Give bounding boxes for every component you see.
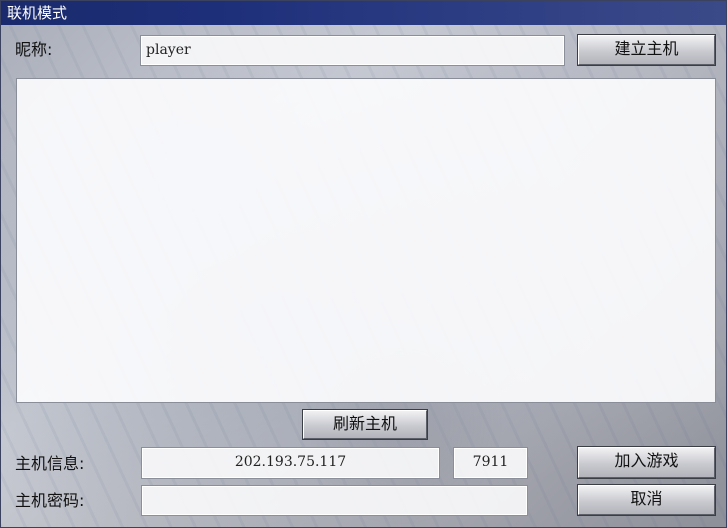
host-password-input[interactable] bbox=[141, 485, 528, 516]
host-port-input[interactable]: 7911 bbox=[453, 447, 528, 479]
cancel-button[interactable]: 取消 bbox=[577, 484, 716, 516]
host-ip-input[interactable]: 202.193.75.117 bbox=[141, 447, 440, 479]
create-host-button[interactable]: 建立主机 bbox=[577, 34, 716, 66]
window-title: 联机模式 bbox=[1, 1, 726, 25]
host-list[interactable] bbox=[16, 78, 716, 403]
join-game-button[interactable]: 加入游戏 bbox=[577, 446, 716, 479]
refresh-host-button[interactable]: 刷新主机 bbox=[302, 409, 428, 440]
host-info-label: 主机信息: bbox=[15, 454, 85, 473]
host-password-label: 主机密码: bbox=[15, 491, 85, 510]
nickname-input[interactable]: player bbox=[140, 35, 565, 66]
nickname-label: 昵称: bbox=[15, 40, 53, 59]
multiplayer-dialog: 联机模式 昵称: player 建立主机 刷新主机 主机信息: 202.193.… bbox=[0, 0, 727, 528]
